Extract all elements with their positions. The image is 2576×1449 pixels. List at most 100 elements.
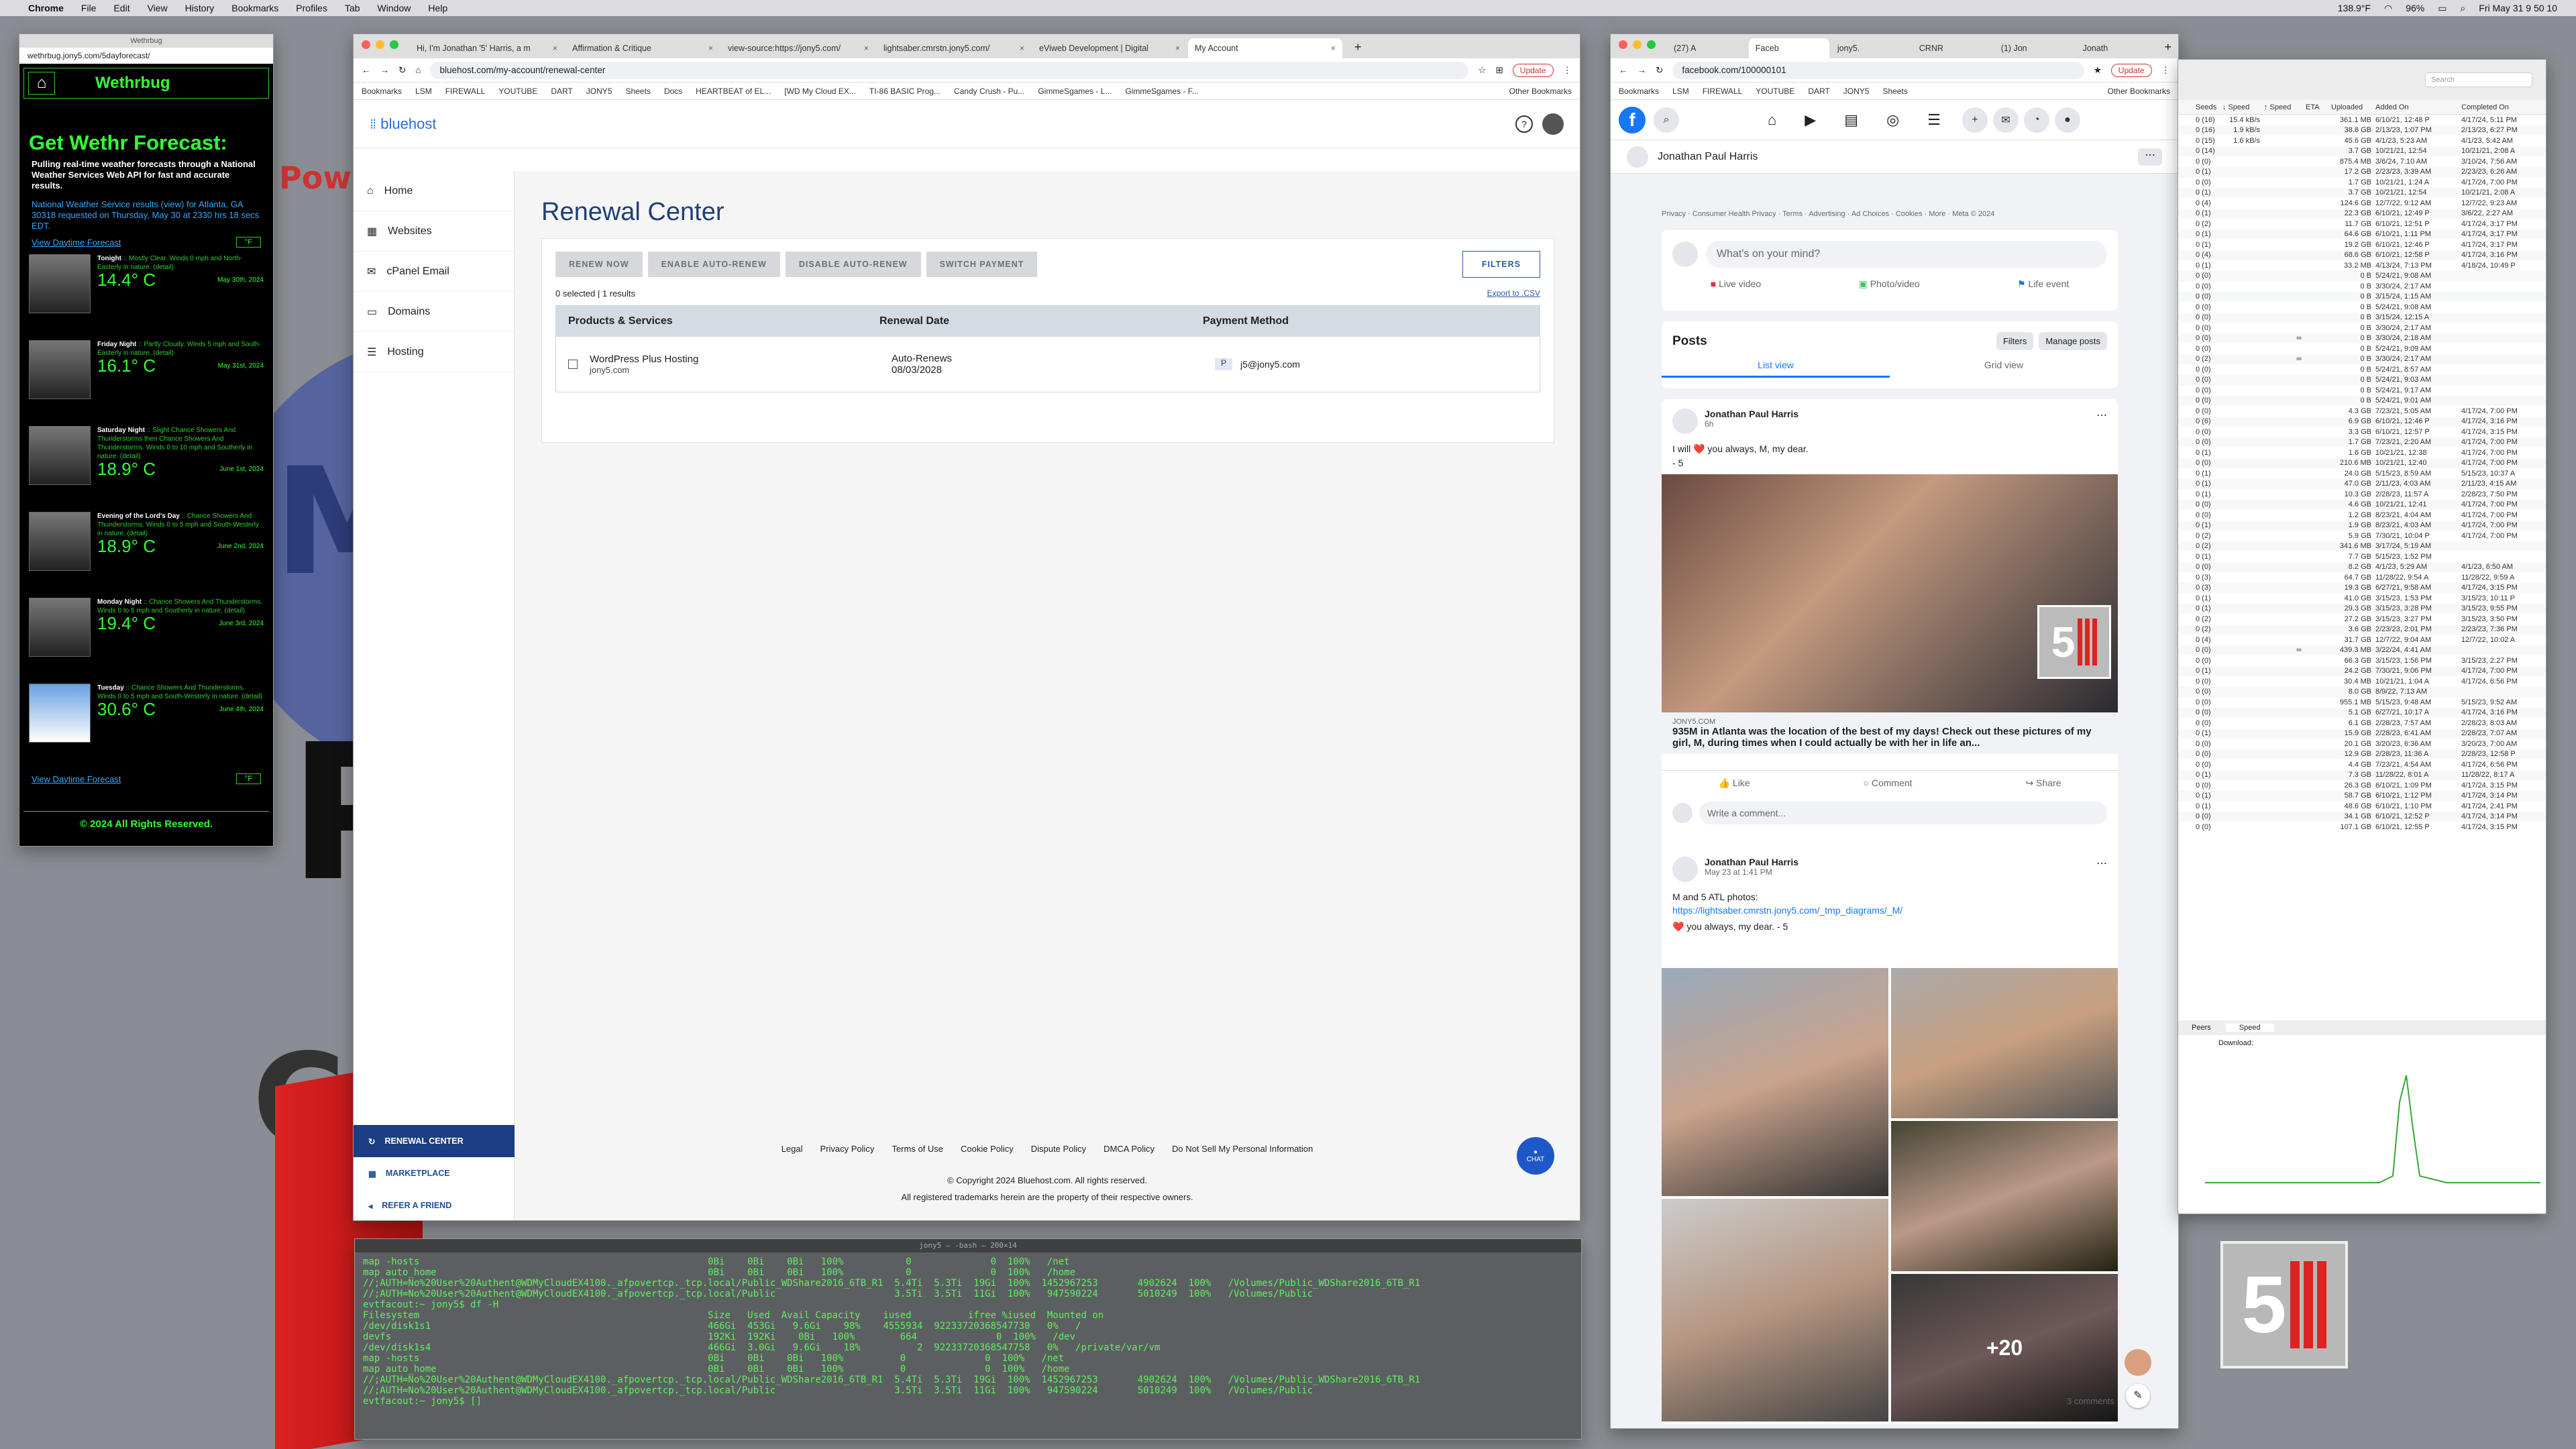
torrent-row[interactable]: 0 (1) 7.7 GB 5/15/23, 1:52 PM	[2178, 551, 2546, 562]
minimize-window-button[interactable]	[1633, 40, 1642, 49]
footer-link[interactable]: Terms of Use	[892, 1144, 943, 1154]
new-message-icon[interactable]: ✎	[2126, 1384, 2150, 1408]
footer-link[interactable]: Cookie Policy	[961, 1144, 1014, 1154]
menu-edit[interactable]: Edit	[113, 3, 129, 13]
export-csv-link[interactable]: Export to .CSV	[1487, 288, 1540, 299]
create-icon[interactable]: +	[1962, 107, 1988, 133]
torrent-row[interactable]: 0 (0) 210.6 MB 10/21/21, 12:40 4/17/24, 7:0…	[2178, 458, 2546, 468]
torrent-row[interactable]: 0 (2) 3.6 GB 2/23/23, 2:01 PM 2/23/23, 7:36…	[2178, 624, 2546, 635]
url-field[interactable]: bluehost.com/my-account/renewal-center	[430, 61, 1469, 79]
torrent-row[interactable]: 0 (0) 4.4 GB 7/23/21, 4:54 AM 4/17/24, 6:56…	[2178, 759, 2546, 770]
daytime-forecast-link[interactable]: View Daytime Forecast	[32, 237, 121, 248]
nav-websites[interactable]: ▦ Websites	[354, 211, 514, 252]
torrent-row[interactable]: 0 (0) 12.9 GB 2/28/23, 11:36 A 2/28/23, 12:…	[2178, 749, 2546, 759]
torrent-row[interactable]: 0 (0) 34.1 GB 6/10/21, 12:52 P 4/17/24, 3:1…	[2178, 811, 2546, 822]
like-button[interactable]: 👍 Like	[1718, 777, 1750, 789]
torrent-row[interactable]: 0 (0) 1.2 GB 8/23/21, 4:04 AM 4/17/24, 7:00…	[2178, 510, 2546, 521]
grid-view-tab[interactable]: Grid view	[1890, 360, 2118, 378]
torrent-row[interactable]: 0 (1) 1.6 GB 10/21/21, 12:38 4/17/24, 7:00 …	[2178, 447, 2546, 458]
zoom-window-button[interactable]	[390, 40, 398, 49]
torrent-row[interactable]: 0 (1) 15.9 GB 2/28/23, 6:41 AM 2/28/23, 7:0…	[2178, 728, 2546, 739]
bookmark[interactable]: GimmeSgames - L...	[1038, 87, 1112, 96]
enable-auto-renew-button[interactable]: ENABLE AUTO-RENEW	[647, 252, 780, 277]
torrent-row[interactable]: 0 (1) 1.9 GB 8/23/21, 4:03 AM 4/17/24, 7:00…	[2178, 520, 2546, 531]
browser-tab[interactable]: eViweb Development | Digital ×	[1032, 38, 1187, 58]
bookmark[interactable]: Bookmarks	[1619, 87, 1659, 96]
post-image[interactable]: 5	[1662, 474, 2118, 712]
torrent-row[interactable]: 0 (4) 31.7 GB 12/7/22, 9:04 AM 12/7/22, 10:…	[2178, 635, 2546, 645]
menu-history[interactable]: History	[185, 3, 215, 13]
groups-nav-icon[interactable]: ◎	[1886, 111, 1899, 129]
post-options-icon[interactable]: ⋯	[2096, 857, 2107, 882]
bookmark[interactable]: TI-86 BASIC Prog...	[869, 87, 941, 96]
torrent-row[interactable]: 0 (1) 47.0 GB 2/11/23, 4:03 AM 2/11/23, 4:1…	[2178, 478, 2546, 489]
bookmark[interactable]: [WD My Cloud EX...	[784, 87, 856, 96]
bookmark[interactable]: Sheets	[1882, 87, 1907, 96]
torrent-row[interactable]: 0 (0) 0 B 3/30/24, 2:17 AM	[2178, 281, 2546, 292]
home-icon[interactable]: ⌂	[28, 72, 55, 95]
torrent-row[interactable]: 0 (1) 17.2 GB 2/23/23, 3:39 AM 2/23/23, 6:2…	[2178, 166, 2546, 177]
torrent-search-input[interactable]: Search	[2425, 72, 2532, 87]
column-header[interactable]: ↑ Speed	[2264, 103, 2306, 111]
post-author-avatar[interactable]	[1672, 857, 1698, 882]
contact-avatar[interactable]	[2125, 1349, 2151, 1376]
star-icon[interactable]: ★	[2094, 65, 2102, 76]
bookmark[interactable]: Docs	[664, 87, 682, 96]
post-time[interactable]: May 23 at 1:41 PM	[1705, 867, 1799, 877]
unit-toggle-button-bottom[interactable]: °F	[235, 773, 261, 784]
bookmark[interactable]: Sheets	[625, 87, 650, 96]
star-icon[interactable]: ☆	[1478, 65, 1486, 76]
chat-button[interactable]: ● CHAT	[1517, 1137, 1554, 1175]
bookmark[interactable]: GimmeSgames - F...	[1125, 87, 1198, 96]
photo-video-button[interactable]: ▣ Photo/video	[1859, 278, 1920, 290]
column-header[interactable]: Added On	[2375, 103, 2461, 111]
facebook-logo-icon[interactable]: f	[1619, 106, 1646, 133]
menubar-clock[interactable]: Fri May 31 9 50 10	[2479, 3, 2557, 13]
marketplace-nav-icon[interactable]: ▤	[1844, 111, 1858, 129]
torrent-row[interactable]: 0 (1) 22.3 GB 6/10/21, 12:49 P 3/6/22, 2:27…	[2178, 208, 2546, 219]
weather-description[interactable]: National Weather Service results (view) …	[32, 199, 261, 231]
bookmark[interactable]: FIREWALL	[1703, 87, 1743, 96]
torrent-row[interactable]: 0 (1) 48.6 GB 6/10/21, 1:10 PM 4/17/24, 2:4…	[2178, 801, 2546, 812]
torrent-row[interactable]: 0 (3) 64.7 GB 11/28/22, 9:54 A 11/28/22, 9:…	[2178, 572, 2546, 583]
profile-avatar-icon[interactable]: ●	[2054, 107, 2080, 133]
terminal-output[interactable]: map -hosts 0Bi 0Bi 0Bi 100% 0 0 100% /ne…	[355, 1252, 1581, 1407]
filters-button[interactable]: Filters	[1996, 332, 2034, 350]
wifi-icon[interactable]: ◠	[2384, 3, 2392, 14]
link-preview[interactable]: JONY5.COM 935M in Atlanta was the locati…	[1662, 712, 2118, 754]
torrent-row[interactable]: 0 (16) 1.9 kB/s 38.8 GB 2/13/23, 1:07 PM 2/1…	[2178, 125, 2546, 136]
search-icon[interactable]: ⌕	[2460, 3, 2465, 14]
browser-tab[interactable]: (27) A	[1667, 38, 1748, 58]
temperature-readout[interactable]: 138.9°F	[2338, 3, 2371, 13]
facebook-footer-links[interactable]: Privacy · Consumer Health Privacy · Term…	[1662, 210, 1994, 218]
manage-posts-button[interactable]: Manage posts	[2039, 332, 2107, 350]
extensions-icon[interactable]: ⊞	[1495, 65, 1503, 76]
torrent-row[interactable]: 0 (1) 24.0 GB 5/15/23, 8:59 AM 5/15/23, 10:…	[2178, 468, 2546, 479]
weather-url[interactable]: wethrbug.jony5.com/5dayforecast/	[19, 48, 273, 64]
torrent-row[interactable]: 0 (0) 30.4 MB 10/21/21, 1:04 A 4/17/24, 6:5…	[2178, 676, 2546, 687]
torrent-row[interactable]: 0 (0) 8.2 GB 4/1/23, 5:29 AM 4/1/23, 6:50 A…	[2178, 561, 2546, 572]
torrent-row[interactable]: 0 (0) 0 B 5/24/21, 9:01 AM	[2178, 395, 2546, 406]
video-nav-icon[interactable]: ▶	[1805, 111, 1816, 129]
post-author[interactable]: Jonathan Paul Harris	[1705, 857, 1799, 867]
torrent-row[interactable]: 0 (0) 1.7 GB 7/23/21, 2:20 AM 4/17/24, 7:00…	[2178, 437, 2546, 447]
torrent-row[interactable]: 0 (0) 0 B 5/24/21, 9:03 AM	[2178, 374, 2546, 385]
share-button[interactable]: ↪ Share	[2026, 777, 2061, 789]
row-checkbox[interactable]	[568, 360, 578, 369]
browser-tab-active[interactable]: Faceb	[1748, 38, 1829, 58]
torrent-row[interactable]: 0 (0) 0 B 5/24/21, 9:08 AM	[2178, 270, 2546, 281]
notifications-icon[interactable]: ◔	[2023, 107, 2049, 133]
zoom-window-button[interactable]	[1647, 40, 1656, 49]
disable-auto-renew-button[interactable]: DISABLE AUTO-RENEW	[785, 252, 921, 277]
browser-tab[interactable]: CRNR	[1913, 38, 1993, 58]
speed-tab[interactable]: Speed	[2225, 1024, 2274, 1032]
torrent-row[interactable]: 0 (0) 8.0 GB 8/9/22, 7:13 AM	[2178, 686, 2546, 697]
bookmark[interactable]: YOUTUBE	[1756, 87, 1794, 96]
close-window-button[interactable]	[1619, 40, 1627, 49]
minimize-window-button[interactable]	[376, 40, 384, 49]
url-field[interactable]: facebook.com/100000101	[1672, 61, 2084, 79]
torrent-row[interactable]: 0 (0) 5.1 GB 6/27/21, 10:17 A 4/17/24, 3:16…	[2178, 707, 2546, 718]
torrent-row[interactable]: 0 (1) 29.3 GB 3/15/23, 3:28 PM 3/15/23, 9:5…	[2178, 603, 2546, 614]
bookmark[interactable]: LSM	[1672, 87, 1689, 96]
torrent-row[interactable]: 0 (0) 0 B 5/24/21, 9:08 AM	[2178, 302, 2546, 313]
